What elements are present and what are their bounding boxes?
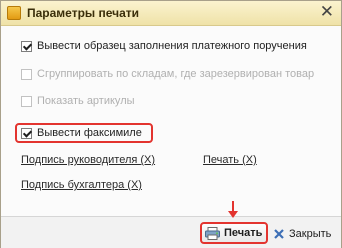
link-print-stamp[interactable]: Печать (X): [203, 154, 257, 166]
option-facsimile[interactable]: Вывести факсимиле: [21, 125, 142, 141]
print-settings-dialog: Параметры печати ✕ Вывести образец запол…: [0, 0, 342, 248]
option-label: Показать артикулы: [37, 95, 135, 107]
close-icon: [274, 229, 284, 239]
option-group-by-warehouse: Сгруппировать по складам, где зарезервир…: [21, 66, 314, 82]
close-button-label: Закрыть: [289, 228, 332, 240]
print-button-label: Печать: [224, 227, 263, 239]
close-icon[interactable]: ✕: [320, 3, 334, 21]
option-label: Вывести образец заполнения платежного по…: [37, 40, 307, 52]
dialog-content: Вывести образец заполнения платежного по…: [1, 26, 341, 216]
option-show-articles: Показать артикулы: [21, 93, 135, 109]
title-bar: Параметры печати ✕: [1, 1, 341, 26]
arrow-down-icon: [228, 201, 238, 218]
link-accountant-signature[interactable]: Подпись бухгалтера (X): [21, 179, 142, 191]
option-label: Сгруппировать по складам, где зарезервир…: [37, 68, 315, 80]
printer-icon: [205, 226, 220, 240]
option-sample-payment-order[interactable]: Вывести образец заполнения платежного по…: [21, 38, 307, 54]
print-button[interactable]: Печать: [200, 222, 268, 244]
option-label: Вывести факсимиле: [37, 127, 142, 139]
checkbox-sample-payment-order[interactable]: [21, 40, 32, 52]
app-icon: [7, 6, 21, 20]
checkbox-show-articles: [21, 95, 32, 107]
link-director-signature[interactable]: Подпись руководителя (X): [21, 154, 155, 166]
dialog-title: Параметры печати: [27, 6, 140, 20]
checkbox-facsimile[interactable]: [21, 127, 32, 139]
close-button[interactable]: Закрыть: [273, 225, 331, 243]
checkbox-group-by-warehouse: [21, 68, 32, 80]
